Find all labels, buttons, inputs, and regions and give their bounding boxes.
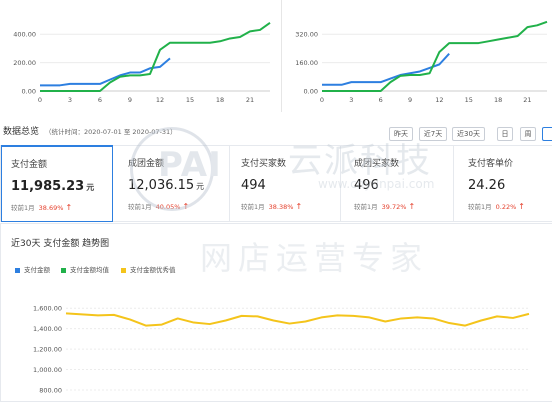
top-right-line-chart: 0.00 160.00 320.00 0 3 6 9 12 15 18 21 xyxy=(295,20,548,104)
y-tick-label: 200.00 xyxy=(13,59,36,67)
trend-panel: 近30天 支付金额 趋势图 支付金额 支付金额均值 支付金额优秀值 800.00… xyxy=(0,223,552,402)
up-arrow-icon: ↑ xyxy=(182,202,190,211)
top-divider xyxy=(281,0,282,112)
x-tick-label: 21 xyxy=(523,96,531,104)
kpi-label: 支付金额 xyxy=(11,160,48,170)
yesterday-button[interactable]: 昨天 xyxy=(389,127,413,141)
kpi-value: 11,985.23 元 xyxy=(11,179,95,194)
kpi-value: 24.26 xyxy=(468,178,506,193)
kpi-compare: 较前1月 39.72% ↑ xyxy=(354,202,416,211)
x-tick-label: 3 xyxy=(68,96,72,104)
kpi-row: 支付金额 11,985.23 元 较前1月 38.69% ↑ 成团金额 12,036.… xyxy=(0,145,552,222)
up-arrow-icon: ↑ xyxy=(295,202,303,211)
series-line xyxy=(322,20,548,92)
kpi-value: 494 xyxy=(241,178,266,193)
kpi-card-payment-amount[interactable]: 支付金额 11,985.23 元 较前1月 38.69% ↑ xyxy=(1,145,113,222)
kpi-value: 496 xyxy=(354,178,379,193)
last-30-days-button[interactable]: 近30天 xyxy=(452,127,485,141)
x-tick-label: 6 xyxy=(98,96,102,104)
kpi-label: 成团买家数 xyxy=(354,159,400,169)
x-tick-label: 0 xyxy=(320,96,324,104)
last-7-days-button[interactable]: 近7天 xyxy=(419,127,447,141)
x-tick-label: 12 xyxy=(435,96,443,104)
x-tick-label: 0 xyxy=(38,96,42,104)
legend-item-payment[interactable]: 支付金额 xyxy=(15,264,50,274)
top-left-line-chart: 0.00 200.00 400.00 0 3 6 9 12 15 18 21 xyxy=(13,22,271,104)
trend-line-chart: 800.00 1,000.00 1,200.00 1,400.00 1,600.00 xyxy=(33,305,530,395)
x-tick-label: 21 xyxy=(246,96,254,104)
kpi-compare: 较前1月 40.05% ↑ xyxy=(128,202,190,211)
x-tick-label: 15 xyxy=(465,96,473,104)
kpi-label: 支付客单价 xyxy=(468,159,514,169)
x-tick-label: 3 xyxy=(349,96,353,104)
y-tick-label: 320.00 xyxy=(295,31,318,39)
month-button[interactable] xyxy=(542,127,552,141)
y-tick-label: 1,600.00 xyxy=(33,305,62,313)
trend-legend: 支付金额 支付金额均值 支付金额优秀值 xyxy=(15,264,315,274)
y-tick-label: 800.00 xyxy=(39,387,62,395)
y-tick-label: 400.00 xyxy=(13,31,36,39)
y-tick-label: 0.00 xyxy=(22,88,36,96)
kpi-value: 12,036.15 元 xyxy=(128,178,205,193)
kpi-card-paying-buyers[interactable]: 支付买家数 494 较前1月 38.38% ↑ xyxy=(232,146,341,221)
kpi-label: 成团金额 xyxy=(128,159,165,169)
x-tick-label: 9 xyxy=(128,96,132,104)
y-tick-label: 1,400.00 xyxy=(33,325,62,333)
day-button[interactable]: 日 xyxy=(497,127,513,141)
series-line xyxy=(65,312,530,327)
legend-item-payment-avg[interactable]: 支付金额均值 xyxy=(61,264,109,274)
up-arrow-icon: ↑ xyxy=(408,202,416,211)
legend-swatch xyxy=(121,267,126,273)
legend-swatch xyxy=(15,267,20,273)
series-line xyxy=(322,53,450,86)
kpi-compare: 较前1月 0.22% ↑ xyxy=(468,202,525,211)
y-tick-label: 1,200.00 xyxy=(33,346,62,354)
x-tick-label: 9 xyxy=(408,96,412,104)
y-tick-label: 1,000.00 xyxy=(33,366,62,374)
kpi-card-avg-order-value[interactable]: 支付客单价 24.26 较前1月 0.22% ↑ xyxy=(459,146,552,221)
x-tick-label: 6 xyxy=(379,96,383,104)
x-tick-label: 12 xyxy=(156,96,164,104)
kpi-card-group-amount[interactable]: 成团金额 12,036.15 元 较前1月 40.05% ↑ xyxy=(119,146,230,221)
up-arrow-icon: ↑ xyxy=(518,202,525,211)
up-arrow-icon: ↑ xyxy=(65,203,73,212)
y-tick-label: 0.00 xyxy=(304,88,318,96)
date-range-toolbar: 昨天 近7天 近30天 日 周 xyxy=(0,127,552,141)
x-tick-label: 18 xyxy=(494,96,502,104)
legend-item-payment-excellent[interactable]: 支付金额优秀值 xyxy=(121,264,176,274)
kpi-card-group-buyers[interactable]: 成团买家数 496 较前1月 39.72% ↑ xyxy=(345,146,454,221)
x-tick-label: 15 xyxy=(186,96,194,104)
y-tick-label: 160.00 xyxy=(295,59,318,67)
x-tick-label: 18 xyxy=(216,96,224,104)
kpi-label: 支付买家数 xyxy=(241,159,287,169)
week-button[interactable]: 周 xyxy=(520,127,536,141)
legend-swatch xyxy=(61,267,66,273)
kpi-compare: 较前1月 38.38% ↑ xyxy=(241,202,303,211)
series-line xyxy=(40,22,271,92)
trend-title: 近30天 支付金额 趋势图 xyxy=(11,239,110,249)
kpi-compare: 较前1月 38.69% ↑ xyxy=(11,203,73,212)
